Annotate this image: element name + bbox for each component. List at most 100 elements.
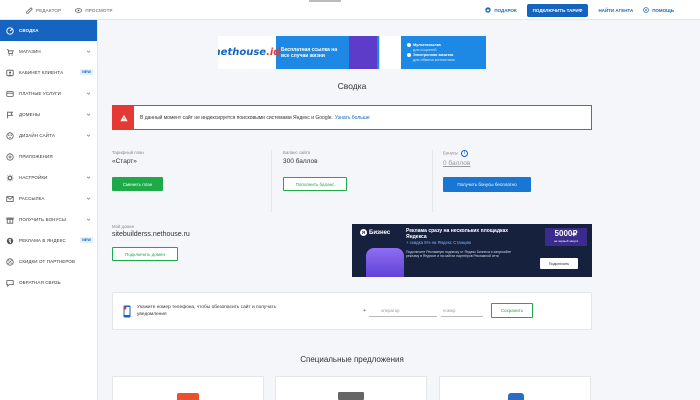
ad-title: Реклама сразу на нескольких площадках Ян… (406, 228, 509, 245)
editor-link[interactable]: Редактор (26, 6, 61, 14)
promo-banner[interactable]: nethouse .id Бесплатная ссылка на все слу… (218, 36, 486, 69)
feedback-icon (6, 279, 14, 287)
chevron-down-icon (86, 50, 91, 53)
sidebar-item-label: Реклама в Яндекс (19, 238, 66, 243)
top-bar: Редактор Просмотр Подарок Подключить тар… (0, 0, 700, 20)
offer-card[interactable] (439, 376, 591, 400)
domain-value: sitebuilderss.nethouse.ru (112, 231, 190, 238)
sidebar-item-label: Дизайн сайта (19, 133, 55, 138)
warning-icon (113, 106, 134, 129)
divider (271, 150, 272, 212)
main-content: nethouse .id Бесплатная ссылка на все слу… (98, 20, 700, 400)
connect-domain-button[interactable]: Подключить домен (112, 247, 178, 261)
preview-label: Просмотр (85, 7, 113, 13)
discount-icon (6, 257, 14, 266)
sidebar-item-label: Домены (19, 112, 41, 117)
chevron-down-icon (86, 113, 91, 116)
tariff-label: Тарифный план (112, 150, 144, 155)
sidebar-item[interactable]: Получить бонусы (0, 209, 97, 230)
user-cabinet-icon (6, 69, 14, 77)
balance-label: Баланс сайта (283, 150, 311, 155)
info-icon[interactable]: i (460, 150, 468, 157)
chevron-down-icon (86, 176, 91, 179)
help-link[interactable]: Помощь (643, 7, 674, 13)
bonus-value[interactable]: 0 баллов (443, 160, 470, 167)
change-plan-button[interactable]: Сменить план (112, 177, 163, 191)
banner-card-image (379, 36, 401, 69)
chevron-down-icon (86, 197, 91, 200)
gift-icon (6, 216, 14, 224)
yandex-business-logo: Я Бизнес (360, 229, 391, 236)
offer-card[interactable] (112, 376, 264, 400)
offer-card[interactable] (275, 376, 427, 400)
get-bonus-button[interactable]: Получить бонусы бесплатно (443, 177, 531, 192)
sidebar-item[interactable]: Скидки от партнеров (0, 251, 97, 272)
sidebar-item-label: Рассылка (19, 196, 45, 201)
flag-icon (6, 111, 14, 119)
sidebar-item[interactable]: Домены (0, 104, 97, 125)
sidebar-item-label: Скидки от партнеров (19, 259, 76, 264)
chevron-down-icon (86, 134, 91, 137)
sidebar-item-label: Получить бонусы (19, 217, 66, 222)
special-offers-title: Специальные предложения (300, 355, 404, 364)
gift-icon (485, 7, 492, 13)
dashboard-icon (6, 26, 14, 35)
sidebar-item[interactable]: Приложения (0, 146, 97, 167)
preview-link[interactable]: Просмотр (75, 7, 113, 14)
yandex-icon (6, 237, 14, 245)
tariff-value: «Старт» (112, 158, 137, 165)
gear-icon (6, 174, 14, 182)
save-phone-button[interactable]: Сохранить (491, 303, 533, 318)
yandex-business-ad[interactable]: Я Бизнес Реклама сразу на нескольких площ… (352, 224, 592, 277)
balance-block: Баланс сайта 300 баллов (283, 150, 318, 165)
phone-plus: + (363, 308, 366, 314)
chevron-down-icon (86, 92, 91, 95)
bonus-block: Бонусы i 0 баллов (443, 150, 470, 167)
sidebar-item-label: Платные услуги (19, 91, 61, 96)
operator-field[interactable]: оператор (369, 305, 437, 317)
page-title: Сводка (337, 81, 367, 91)
sidebar-item[interactable]: Настройки (0, 167, 97, 188)
sidebar-item[interactable]: Сводка (0, 20, 97, 41)
new-badge: NEW (80, 69, 93, 75)
top-up-balance-button[interactable]: Пополнить баланс (283, 177, 347, 191)
sidebar-item[interactable]: Магазин (0, 41, 97, 62)
gift-label: Подарок (494, 7, 517, 13)
cart-icon (6, 48, 14, 56)
banner-text: Бесплатная ссылка на все случаи жизни (281, 46, 338, 59)
paid-services-icon (6, 90, 14, 98)
phone-prompt-text: Укажите номер телефона, чтобы обезопасит… (137, 305, 277, 317)
indexing-alert: В данный момент сайт не индексируется по… (112, 105, 592, 130)
help-label: Помощь (652, 7, 674, 13)
sidebar-item-label: Кабинет клиента (19, 70, 64, 75)
sidebar-item[interactable]: Обратная связь (0, 272, 97, 293)
sidebar-item[interactable]: Дизайн сайта (0, 125, 97, 146)
sidebar-item-label: Магазин (19, 49, 41, 54)
sidebar-item-label: Сводка (19, 28, 39, 33)
banner-list: Мультиссылка для соцсетей Электронная ви… (407, 42, 455, 63)
mail-icon (6, 195, 14, 203)
design-icon (6, 131, 14, 140)
eye-icon (75, 7, 83, 13)
sidebar: Сводка Магазин Кабинет клиента NEW Платные у… (0, 20, 98, 400)
sidebar-item[interactable]: Кабинет клиента NEW (0, 62, 97, 83)
alert-learn-more-link[interactable]: Узнать больше (335, 115, 370, 121)
divider (432, 150, 433, 212)
sidebar-item-label: Настройки (19, 175, 48, 180)
tariff-block: Тарифный план «Старт» (112, 150, 144, 165)
gift-link[interactable]: Подарок (485, 7, 517, 13)
connect-tariff-button[interactable]: Подключить тариф (526, 3, 589, 17)
balance-value: 300 баллов (283, 158, 318, 165)
ad-connect-button[interactable]: Подключить (540, 258, 578, 269)
find-agent-link[interactable]: Найти агента (598, 8, 633, 13)
sidebar-item[interactable]: Реклама в Яндекс NEW (0, 230, 97, 251)
chevron-down-icon (86, 218, 91, 221)
domain-label: Мой домен (112, 224, 135, 229)
number-field[interactable]: номер (441, 305, 483, 317)
help-icon (643, 7, 649, 13)
sidebar-item-label: Обратная связь (19, 280, 61, 285)
pencil-icon (26, 6, 33, 14)
sidebar-item[interactable]: Платные услуги (0, 83, 97, 104)
sidebar-item[interactable]: Рассылка (0, 188, 97, 209)
new-badge: NEW (80, 237, 93, 243)
